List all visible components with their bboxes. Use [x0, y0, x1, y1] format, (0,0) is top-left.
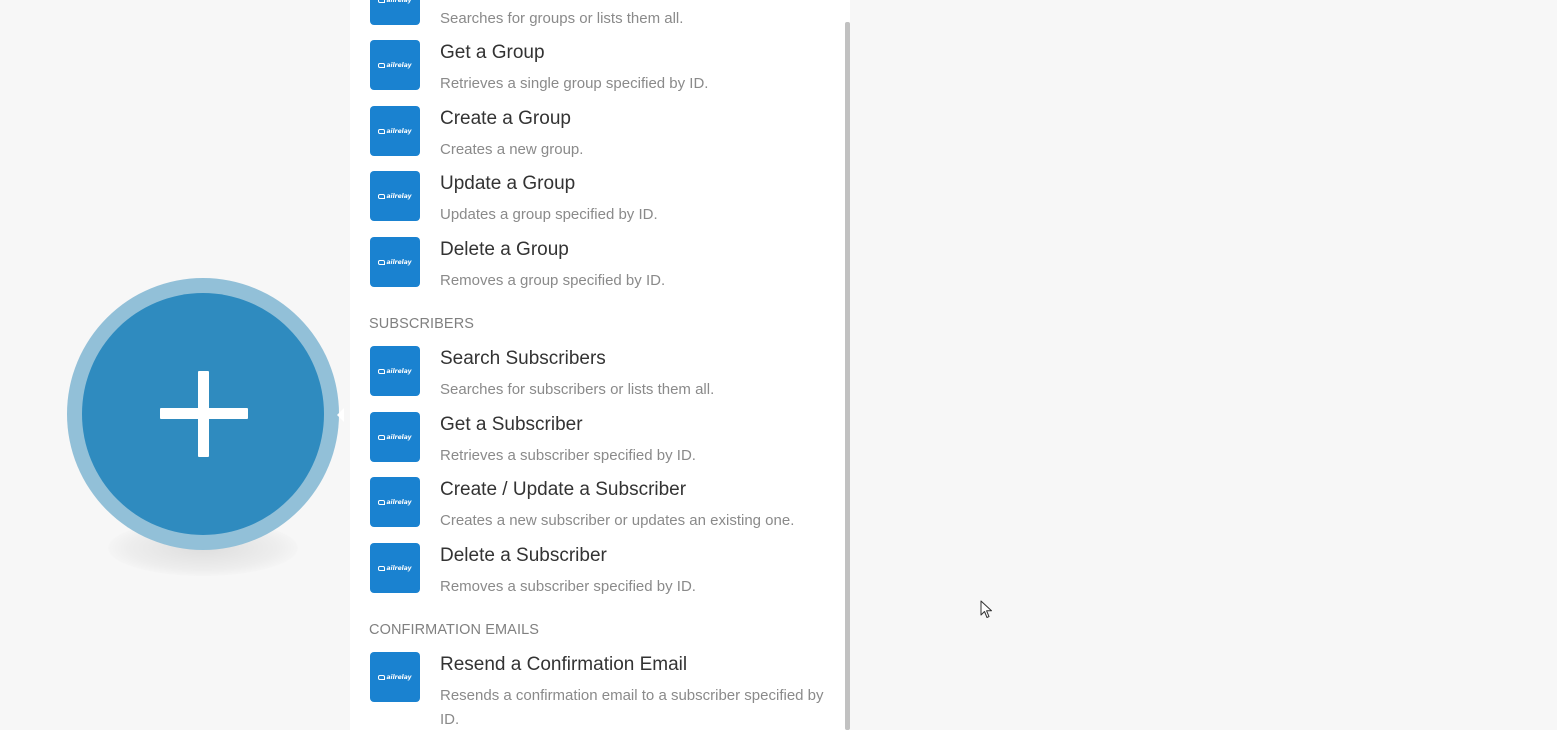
module-item-title: Update a Group [440, 173, 576, 194]
app-logo-text: ailrelay [386, 564, 412, 572]
module-item-description: Retrieves a subscriber specified by ID. [440, 447, 696, 464]
app-logo-text: ailrelay [386, 433, 412, 441]
mailrelay-logo-icon [378, 128, 386, 134]
mailrelay-app-icon: ailrelay [370, 171, 420, 221]
mailrelay-app-icon: ailrelay [370, 346, 420, 396]
mailrelay-app-icon: ailrelay [370, 237, 420, 287]
app-logo-text: ailrelay [386, 673, 412, 681]
module-item-description: Creates a new group. [440, 141, 584, 158]
mailrelay-logo-icon [378, 62, 386, 68]
module-item-description: Updates a group specified by ID. [440, 206, 658, 223]
app-logo-text: ailrelay [386, 0, 412, 4]
app-logo-text: ailrelay [386, 258, 412, 266]
module-item-title: Create / Update a Subscriber [440, 479, 687, 500]
module-item-title: Delete a Group [440, 239, 569, 260]
mailrelay-app-icon: ailrelay [370, 652, 420, 702]
module-item-delete-group[interactable]: ailrelay Delete a Group Removes a group … [370, 237, 830, 293]
module-item-create-update-subscriber[interactable]: ailrelay Create / Update a Subscriber Cr… [370, 477, 830, 533]
plus-icon-vertical [198, 371, 209, 457]
app-logo-text: ailrelay [386, 127, 412, 135]
popover-pointer [337, 408, 344, 422]
module-item-resend-confirmation-email[interactable]: ailrelay Resend a Confirmation Email Res… [370, 652, 830, 730]
module-item-description: Creates a new subscriber or updates an e… [440, 512, 795, 529]
mailrelay-logo-icon [378, 499, 386, 505]
module-item-title: Get a Subscriber [440, 414, 583, 435]
module-item-description: Removes a subscriber specified by ID. [440, 578, 696, 595]
mailrelay-app-icon: ailrelay [370, 477, 420, 527]
section-header-subscribers: SUBSCRIBERS [369, 316, 475, 332]
panel-scrollbar-thumb[interactable] [845, 22, 850, 730]
mailrelay-app-icon: ailrelay [370, 412, 420, 462]
mailrelay-app-icon: ailrelay [370, 40, 420, 90]
module-item-description: Removes a group specified by ID. [440, 272, 666, 289]
module-item-get-group[interactable]: ailrelay Get a Group Retrieves a single … [370, 40, 830, 96]
module-item-title: Create a Group [440, 108, 571, 129]
mailrelay-logo-icon [378, 674, 386, 680]
module-item-title: Delete a Subscriber [440, 545, 607, 566]
mailrelay-logo-icon [378, 0, 386, 3]
scenario-canvas[interactable]: ailrelay Searches for groups or lists th… [0, 0, 1557, 730]
mailrelay-app-icon: ailrelay [370, 106, 420, 156]
module-item-title: Search Subscribers [440, 348, 606, 369]
app-logo-text: ailrelay [386, 192, 412, 200]
mailrelay-app-icon: ailrelay [370, 0, 420, 25]
module-item-update-group[interactable]: ailrelay Update a Group Updates a group … [370, 171, 830, 227]
module-item-title: Resend a Confirmation Email [440, 654, 688, 675]
module-item-search-groups[interactable]: ailrelay Searches for groups or lists th… [370, 0, 830, 31]
module-item-search-subscribers[interactable]: ailrelay Search Subscribers Searches for… [370, 346, 830, 402]
module-item-description: Retrieves a single group specified by ID… [440, 75, 709, 92]
mailrelay-app-icon: ailrelay [370, 543, 420, 593]
module-item-create-group[interactable]: ailrelay Create a Group Creates a new gr… [370, 106, 830, 162]
app-logo-text: ailrelay [386, 367, 412, 375]
mailrelay-logo-icon [378, 434, 386, 440]
app-logo-text: ailrelay [386, 498, 412, 506]
mailrelay-logo-icon [378, 368, 386, 374]
module-item-description: Resends a confirmation email to a subscr… [440, 687, 824, 728]
mailrelay-logo-icon [378, 259, 386, 265]
mouse-cursor-icon [980, 600, 992, 618]
module-item-description: Searches for subscribers or lists them a… [440, 381, 715, 398]
module-item-description: Searches for groups or lists them all. [440, 10, 684, 27]
module-item-delete-subscriber[interactable]: ailrelay Delete a Subscriber Removes a s… [370, 543, 830, 599]
module-item-title: Get a Group [440, 42, 545, 63]
section-header-confirmation-emails: CONFIRMATION EMAILS [369, 622, 540, 638]
mailrelay-logo-icon [378, 565, 386, 571]
module-item-get-subscriber[interactable]: ailrelay Get a Subscriber Retrieves a su… [370, 412, 830, 468]
app-logo-text: ailrelay [386, 61, 412, 69]
mailrelay-logo-icon [378, 193, 386, 199]
